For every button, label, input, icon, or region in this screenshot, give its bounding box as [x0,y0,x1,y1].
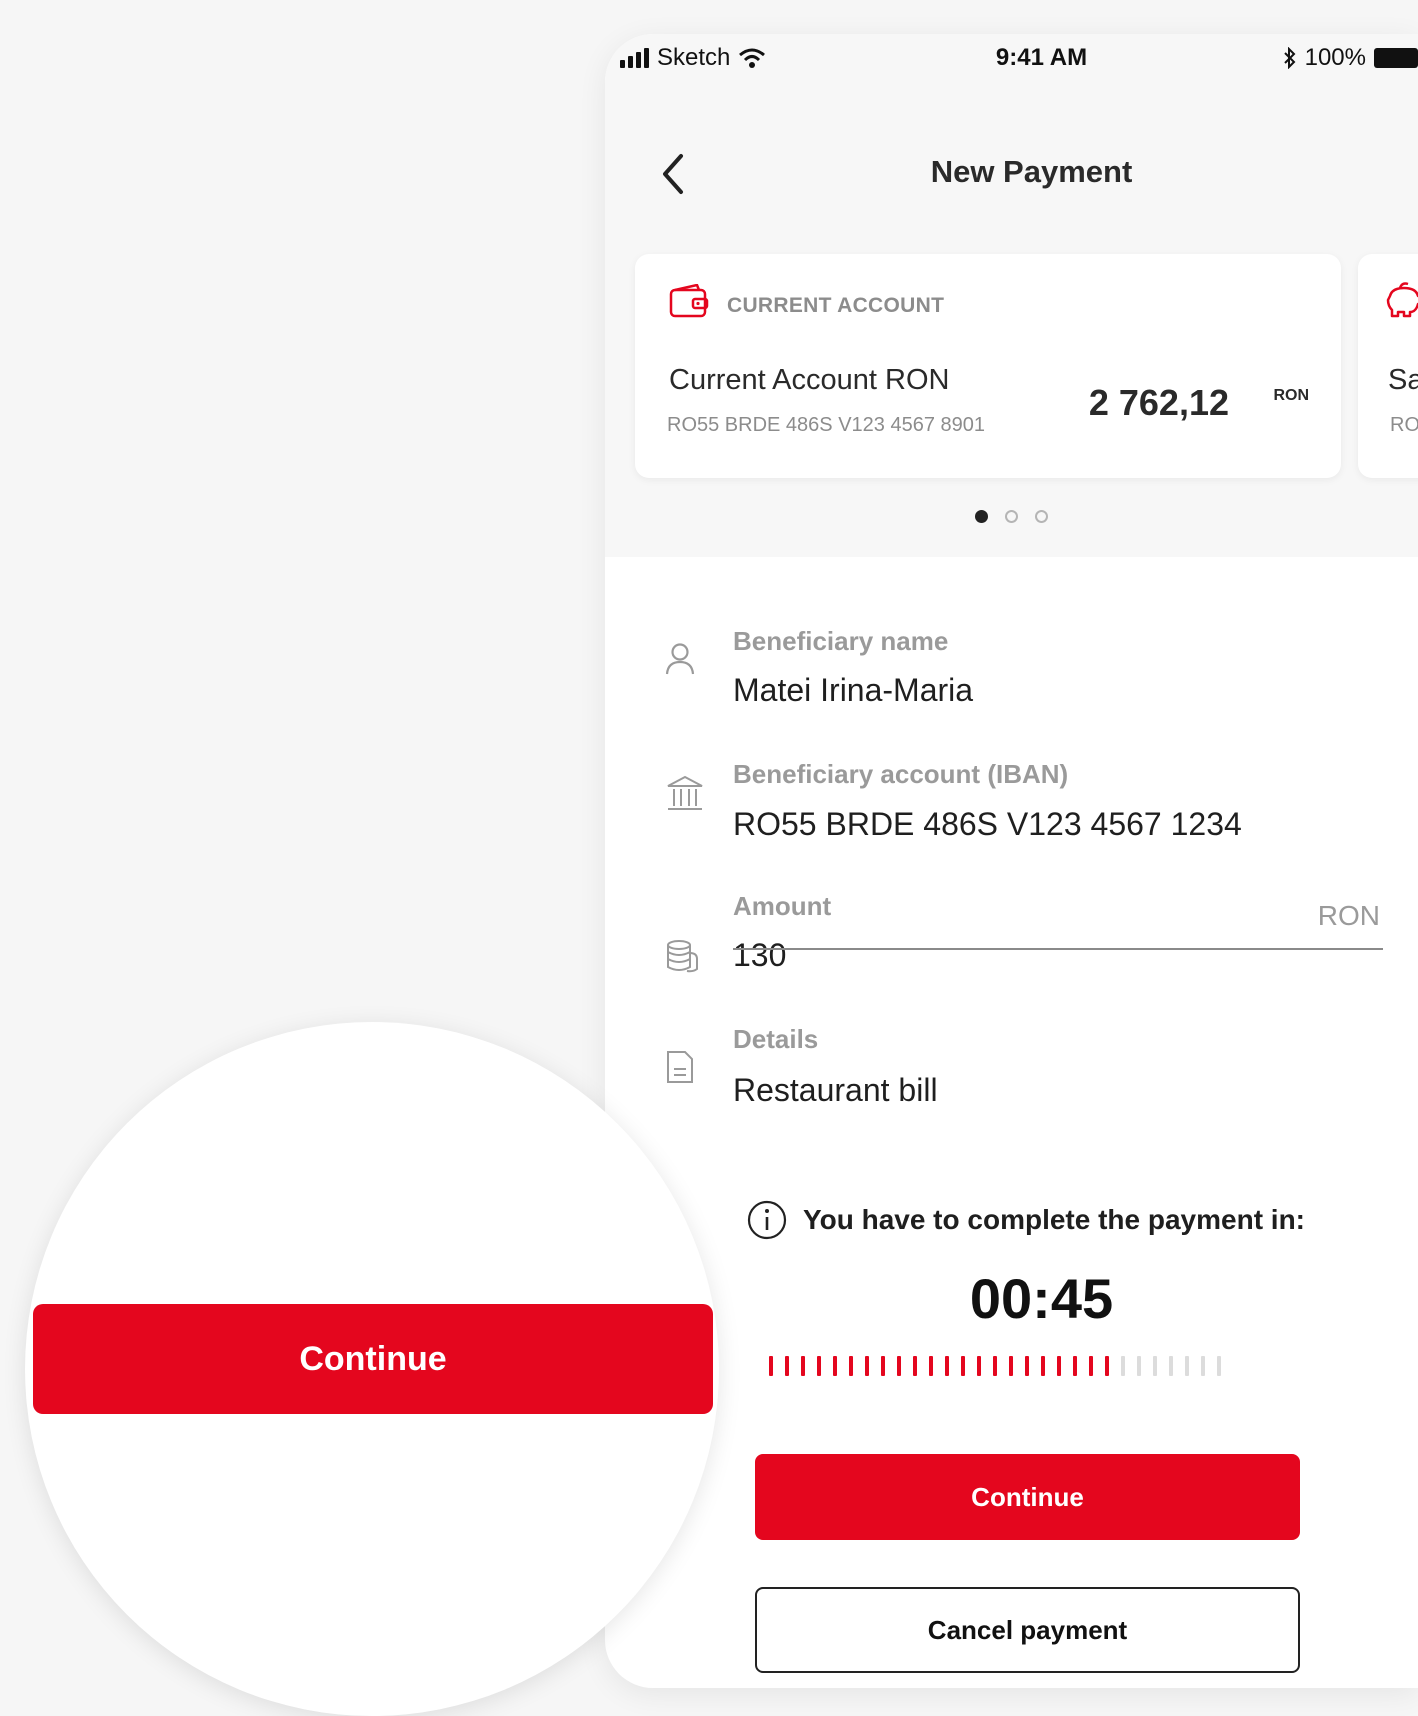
account-pager [605,510,1418,523]
bluetooth-icon [1283,47,1296,69]
phone-screen: Sketch 9:41 AM 100% New Payment CURRENT … [605,34,1418,1688]
progress-tick [1025,1356,1029,1376]
bank-icon [667,775,703,810]
progress-tick [913,1356,917,1376]
coins-icon [667,940,698,973]
progress-tick [1201,1356,1205,1376]
continue-button[interactable]: Continue [755,1454,1300,1540]
progress-tick [833,1356,837,1376]
progress-tick [881,1356,885,1376]
amount-label: Amount [733,891,832,921]
wallet-icon [669,284,709,318]
document-icon [667,1051,693,1083]
progress-tick [1169,1356,1173,1376]
progress-tick [929,1356,933,1376]
progress-tick [1041,1356,1045,1376]
continue-button-zoomed[interactable]: Continue [33,1304,713,1414]
progress-tick [817,1356,821,1376]
account-currency: RON [1273,387,1309,404]
countdown-timer: 00:45 [969,1267,1114,1330]
progress-tick [801,1356,805,1376]
account-balance: 2 762,12 [1088,382,1229,423]
account-card-savings[interactable]: Sa RO [1358,254,1418,478]
beneficiary-name-value: Matei Irina-Maria [733,672,974,708]
amount-underline [733,948,1383,950]
beneficiary-iban-label: Beneficiary account (IBAN) [733,759,1069,789]
progress-tick [865,1356,869,1376]
timer-notice-text: You have to complete the payment in: [803,1204,1306,1235]
piggy-bank-icon [1386,282,1418,318]
account-name: Current Account RON [669,364,950,396]
progress-tick [785,1356,789,1376]
progress-tick [1153,1356,1157,1376]
battery-label: 100% [1304,44,1366,71]
progress-tick [1121,1356,1125,1376]
cancel-payment-button[interactable]: Cancel payment [755,1587,1300,1673]
progress-tick [1073,1356,1077,1376]
details-label: Details [733,1024,819,1054]
details-value: Restaurant bill [733,1072,938,1108]
progress-tick [1105,1356,1109,1376]
beneficiary-name-label: Beneficiary name [733,626,949,656]
person-icon [665,643,695,675]
account-iban: RO55 BRDE 486S V123 4567 8901 [667,414,985,436]
status-right: 100% [1283,44,1418,72]
account-card-current[interactable]: CURRENT ACCOUNT Current Account RON RO55… [635,254,1341,478]
progress-tick [849,1356,853,1376]
progress-tick [1057,1356,1061,1376]
progress-tick [993,1356,997,1376]
pager-dot[interactable] [975,510,988,523]
progress-tick [1009,1356,1013,1376]
progress-tick [1217,1356,1221,1376]
zoom-magnifier: Continue [25,1022,719,1716]
account-iban: RO [1390,414,1418,436]
page-title: New Payment [930,154,1133,189]
progress-tick [897,1356,901,1376]
progress-tick [769,1356,773,1376]
info-icon [747,1200,787,1240]
progress-tick [1137,1356,1141,1376]
progress-tick [977,1356,981,1376]
amount-currency: RON [1317,900,1380,931]
progress-tick [1089,1356,1093,1376]
progress-tick [945,1356,949,1376]
amount-value[interactable]: 130 [733,937,786,974]
status-bar: Sketch 9:41 AM 100% [605,34,1418,84]
account-name: Sa [1388,364,1418,396]
account-type-label: CURRENT ACCOUNT [727,294,945,317]
payment-timer-notice: You have to complete the payment in: [747,1200,1305,1240]
pager-dot[interactable] [1005,510,1018,523]
pager-dot[interactable] [1035,510,1048,523]
progress-tick [1185,1356,1189,1376]
progress-tick [961,1356,965,1376]
battery-icon [1374,48,1418,68]
countdown-progress-bar [769,1356,1221,1376]
beneficiary-iban-value: RO55 BRDE 486S V123 4567 1234 [733,806,1242,842]
